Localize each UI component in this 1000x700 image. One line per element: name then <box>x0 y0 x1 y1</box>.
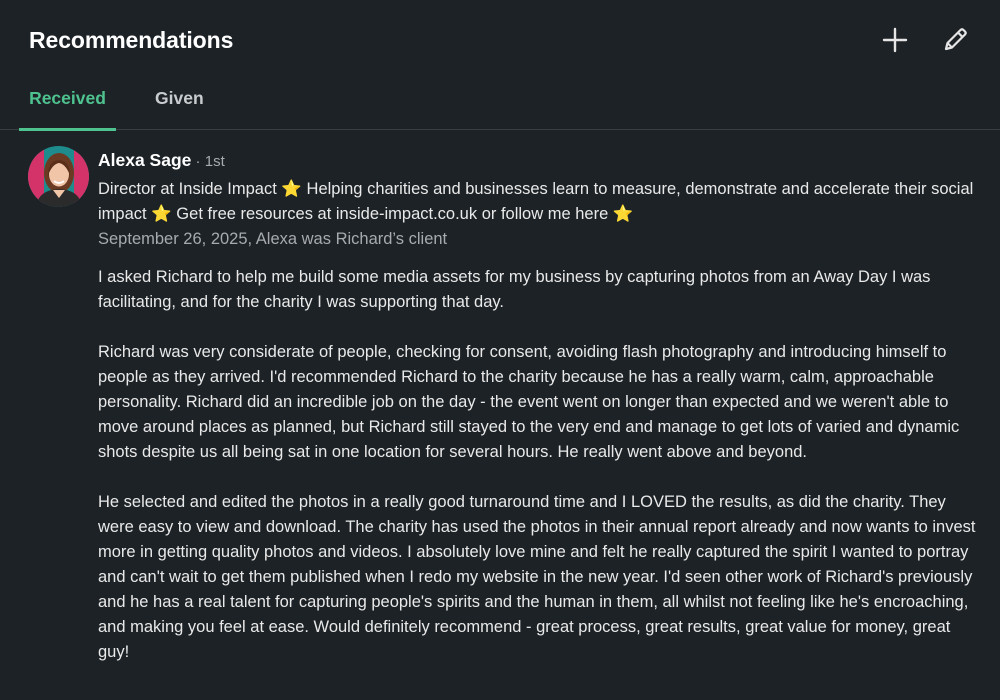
edit-recommendations-button[interactable] <box>937 22 973 58</box>
recommendation-paragraph: He selected and edited the photos in a r… <box>98 493 976 661</box>
tab-given[interactable]: Given <box>155 80 204 130</box>
recommendation-text: I asked Richard to help me build some me… <box>98 265 978 690</box>
recommender-name[interactable]: Alexa Sage <box>98 150 191 170</box>
profile-photo <box>28 146 89 207</box>
avatar[interactable] <box>28 146 89 207</box>
recommender-line: Alexa Sage · 1st <box>98 150 225 171</box>
recommendation-paragraph: I asked Richard to help me build some me… <box>98 268 931 311</box>
connection-degree: · 1st <box>191 153 225 170</box>
tab-received[interactable]: Received <box>19 80 116 131</box>
add-recommendation-button[interactable] <box>877 22 913 58</box>
recommendation-item: Alexa Sage · 1st Director at Inside Impa… <box>0 131 1000 700</box>
plus-icon <box>882 27 908 53</box>
page-title: Recommendations <box>29 27 234 53</box>
section-header: Recommendations <box>0 0 1000 80</box>
recommender-headline: Director at Inside Impact ⭐ Helping char… <box>98 180 974 223</box>
recommendation-meta: September 26, 2025, Alexa was Richard’s … <box>98 230 448 248</box>
recommendation-paragraph: Richard was very considerate of people, … <box>98 343 960 461</box>
recommendation-tabs: Received Given <box>0 80 1000 131</box>
pencil-icon <box>944 28 967 51</box>
